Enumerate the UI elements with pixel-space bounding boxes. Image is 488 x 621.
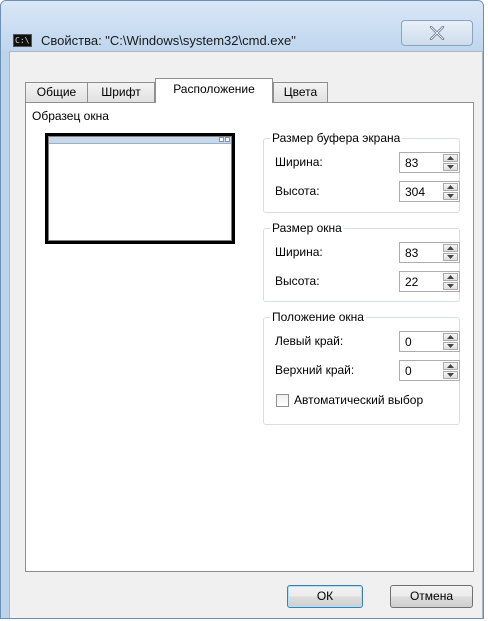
dialog-body: Общие Шрифт Расположение Цвета Образец о… — [9, 51, 483, 618]
layout-tab-panel: Образец окна Размер буфера экрана Ширина… — [25, 102, 474, 572]
left-edge-value: 0 — [405, 335, 412, 349]
top-edge-label: Верхний край: — [275, 363, 355, 377]
tab-layout[interactable]: Расположение — [155, 78, 273, 103]
auto-position-label[interactable]: Автоматический выбор — [294, 393, 423, 407]
arrow-down-icon — [447, 373, 454, 377]
window-title: Свойства: "C:\Windows\system32\cmd.exe" — [41, 33, 296, 48]
top-edge-value: 0 — [405, 364, 412, 378]
arrow-down-icon — [447, 284, 454, 288]
spin-up-button[interactable] — [443, 154, 458, 162]
window-preview-button — [219, 137, 224, 142]
window-height-value: 22 — [405, 275, 419, 289]
window-height-label: Высота: — [275, 274, 320, 288]
window-preview-titlebar — [49, 137, 231, 144]
window-preview — [45, 133, 235, 244]
buffer-size-title: Размер буфера экрана — [270, 131, 403, 145]
left-edge-label: Левый край: — [275, 334, 344, 348]
spin-down-button[interactable] — [443, 371, 458, 379]
window-height-stepper[interactable]: 22 — [399, 271, 460, 292]
top-edge-stepper[interactable]: 0 — [399, 360, 460, 381]
ok-button[interactable]: ОК — [287, 585, 363, 608]
arrow-down-icon — [447, 165, 454, 169]
arrow-up-icon — [447, 246, 454, 250]
buffer-width-value: 83 — [405, 156, 419, 170]
arrow-up-icon — [447, 185, 454, 189]
window-width-value: 83 — [405, 246, 419, 260]
close-icon — [429, 26, 445, 40]
spin-up-button[interactable] — [443, 273, 458, 281]
spin-down-button[interactable] — [443, 342, 458, 350]
window-width-label: Ширина: — [275, 245, 323, 259]
tab-colors[interactable]: Цвета — [273, 82, 328, 102]
buffer-height-label: Высота: — [275, 184, 320, 198]
properties-window: C:\. Свойства: "C:\Windows\system32\cmd.… — [0, 0, 484, 619]
buffer-height-stepper[interactable]: 304 — [399, 181, 460, 202]
tab-general[interactable]: Общие — [25, 82, 88, 102]
buffer-width-stepper[interactable]: 83 — [399, 152, 460, 173]
spin-up-button[interactable] — [443, 183, 458, 191]
preview-label: Образец окна — [32, 109, 109, 123]
window-width-stepper[interactable]: 83 — [399, 242, 460, 263]
window-position-group: Положение окна Левый край: 0 Верхний кра… — [263, 310, 460, 425]
close-button[interactable] — [401, 20, 473, 46]
tab-font[interactable]: Шрифт — [87, 82, 155, 102]
window-preview-button — [225, 137, 230, 142]
buffer-size-group: Размер буфера экрана Ширина: 83 Высота: … — [263, 131, 460, 213]
spin-down-button[interactable] — [443, 192, 458, 200]
arrow-up-icon — [447, 156, 454, 160]
spin-up-button[interactable] — [443, 362, 458, 370]
arrow-down-icon — [447, 344, 454, 348]
spin-down-button[interactable] — [443, 282, 458, 290]
window-size-group: Размер окна Ширина: 83 Высота: 22 — [263, 221, 460, 302]
window-size-title: Размер окна — [270, 221, 344, 235]
arrow-down-icon — [447, 255, 454, 259]
title-bar[interactable]: C:\. Свойства: "C:\Windows\system32\cmd.… — [1, 1, 483, 51]
auto-position-checkbox[interactable] — [276, 394, 289, 407]
arrow-up-icon — [447, 364, 454, 368]
cmd-app-icon: C:\. — [13, 34, 32, 47]
spin-down-button[interactable] — [443, 163, 458, 171]
spin-up-button[interactable] — [443, 244, 458, 252]
left-edge-stepper[interactable]: 0 — [399, 331, 460, 352]
window-preview-screen — [48, 136, 232, 241]
arrow-up-icon — [447, 275, 454, 279]
arrow-up-icon — [447, 335, 454, 339]
buffer-width-label: Ширина: — [275, 155, 323, 169]
window-position-title: Положение окна — [270, 310, 366, 324]
spin-up-button[interactable] — [443, 333, 458, 341]
spin-down-button[interactable] — [443, 253, 458, 261]
buffer-height-value: 304 — [405, 185, 426, 199]
cancel-button[interactable]: Отмена — [390, 585, 473, 608]
arrow-down-icon — [447, 194, 454, 198]
